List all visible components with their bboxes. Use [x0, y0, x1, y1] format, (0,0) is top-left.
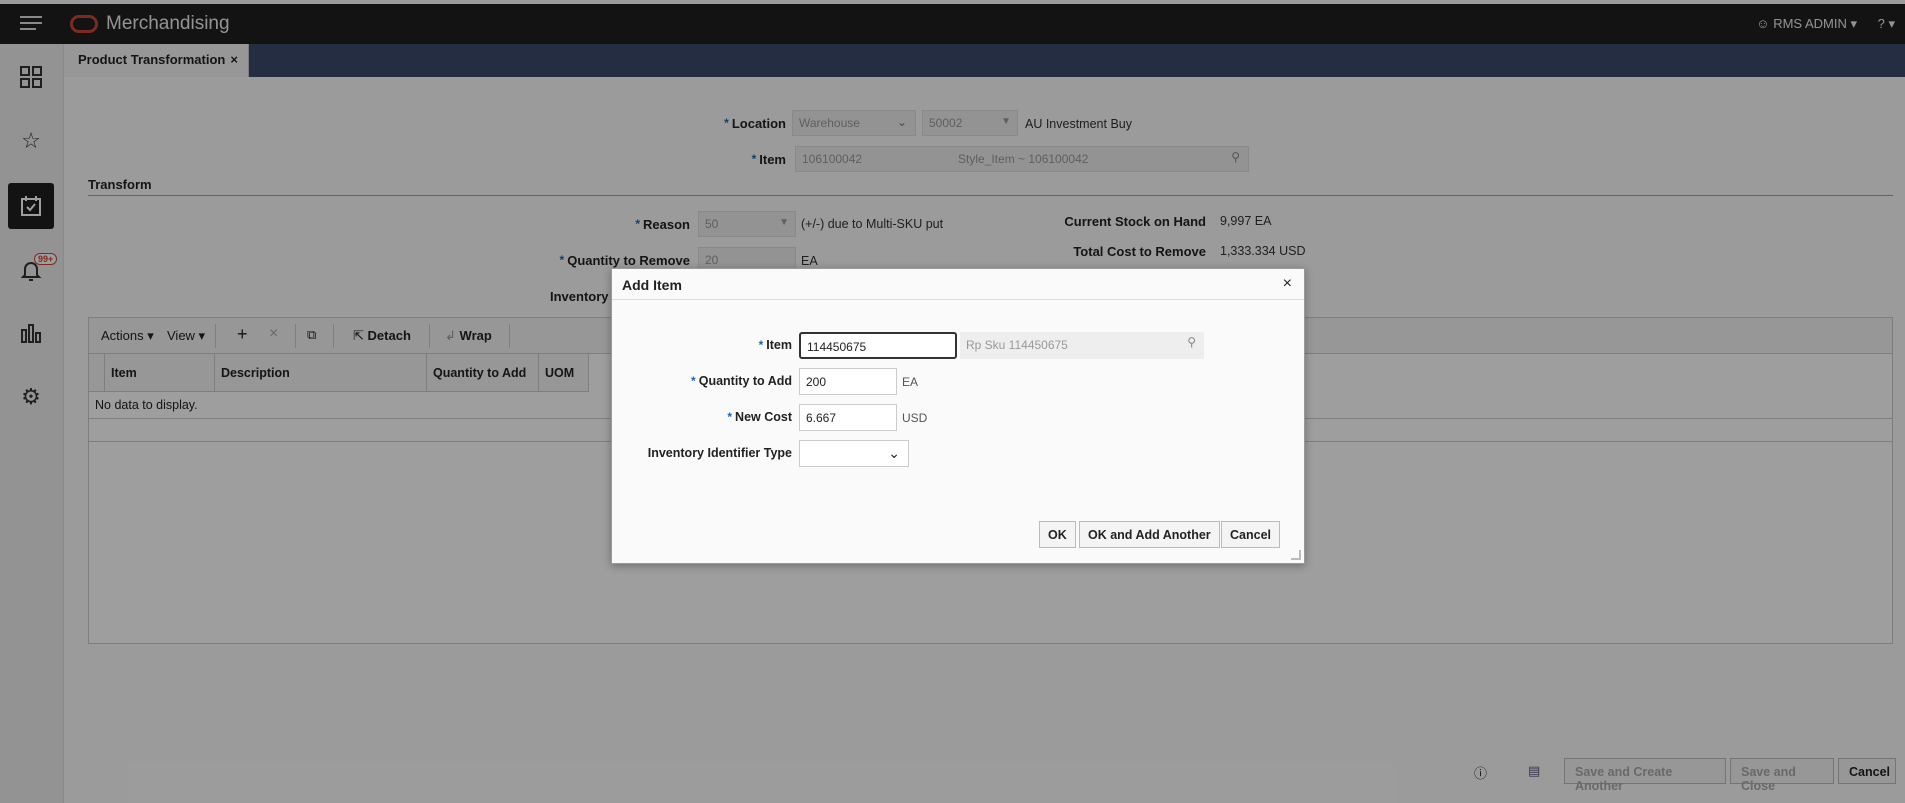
dialog-cancel-button[interactable]: Cancel [1221, 521, 1280, 548]
dialog-cost-label: * New Cost [727, 410, 792, 424]
dialog-resize-handle[interactable] [1291, 550, 1301, 560]
chevron-down-icon: ⌄ [888, 445, 900, 461]
dialog-close-icon[interactable]: × [1283, 275, 1292, 293]
dialog-inv-type-select[interactable]: ⌄ [799, 440, 909, 467]
add-item-dialog: Add Item × * Item 114450675 Rp Sku 114450… [611, 268, 1305, 564]
dialog-item-search-icon[interactable]: ⚲ [1187, 335, 1196, 349]
dialog-ok-button[interactable]: OK [1039, 521, 1076, 548]
dialog-cost-unit: USD [902, 411, 928, 425]
dialog-item-label: * Item [758, 338, 792, 352]
dialog-header: Add Item × [612, 269, 1304, 300]
dialog-item-desc: Rp Sku 114450675 ⚲ [960, 332, 1204, 359]
dialog-item-input[interactable]: 114450675 [799, 332, 957, 359]
dialog-inv-type-label: Inventory Identifier Type [647, 446, 792, 460]
dialog-title: Add Item [622, 277, 682, 293]
dialog-qty-unit: EA [902, 375, 919, 389]
dialog-cost-input[interactable]: 6.667 [799, 404, 897, 431]
dialog-qty-label: * Quantity to Add [691, 374, 792, 388]
dialog-qty-input[interactable]: 200 [799, 368, 897, 395]
dialog-ok-add-another-button[interactable]: OK and Add Another [1079, 521, 1220, 548]
